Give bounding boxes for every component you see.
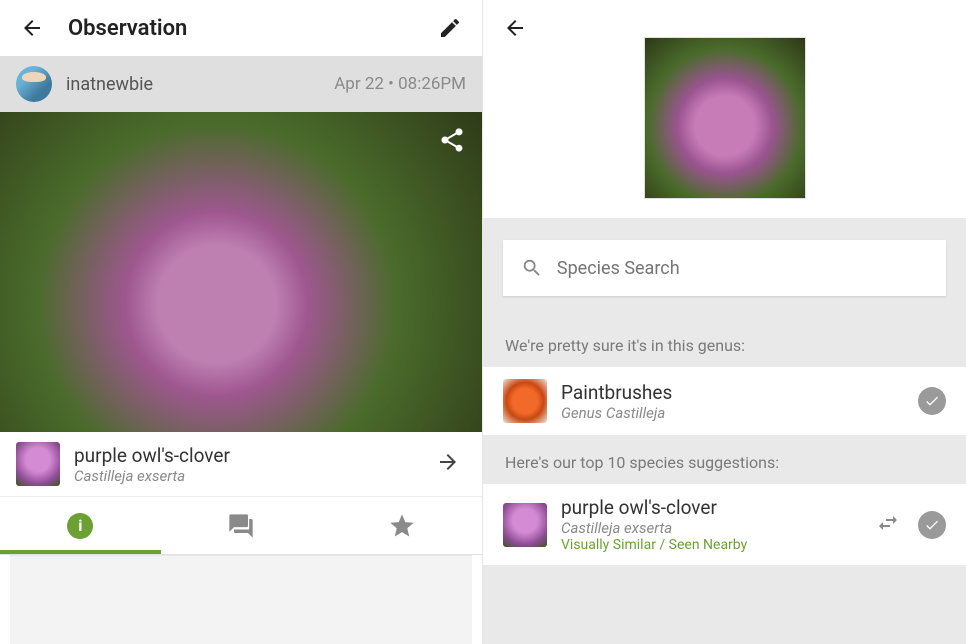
swap-icon xyxy=(876,511,900,535)
edit-button[interactable] xyxy=(430,8,470,48)
species-scientific-name: Castilleja exserta xyxy=(74,467,430,485)
map-area xyxy=(10,555,472,644)
suggestion-tags: Visually Similar / Seen Nearby xyxy=(561,537,876,553)
share-icon xyxy=(438,126,466,154)
pencil-icon xyxy=(438,16,462,40)
avatar[interactable] xyxy=(16,66,52,102)
observation-preview xyxy=(483,56,966,218)
tab-info[interactable]: i xyxy=(0,497,161,554)
arrow-right-icon xyxy=(436,450,460,474)
genus-section-label: We're pretty sure it's in this genus: xyxy=(483,318,966,367)
back-arrow-icon xyxy=(503,16,527,40)
check-icon xyxy=(924,517,940,533)
species-arrow-button[interactable] xyxy=(430,444,466,484)
search-area xyxy=(483,218,966,318)
check-icon xyxy=(924,393,940,409)
user-strip: inatnewbie Apr 22 • 08:26PM xyxy=(0,56,482,112)
species-suggestion-row[interactable]: purple owl's-clover Castilleja exserta V… xyxy=(483,484,966,565)
suggestion-scientific-name: Castilleja exserta xyxy=(561,519,876,537)
compare-button[interactable] xyxy=(876,511,900,539)
timestamp: Apr 22 • 08:26PM xyxy=(334,74,466,94)
search-icon xyxy=(521,256,543,280)
star-icon xyxy=(388,512,416,540)
species-text: purple owl's-clover Castilleja exserta xyxy=(74,444,430,485)
genus-suggestion-row[interactable]: Paintbrushes Genus Castilleja xyxy=(483,367,966,435)
suggestion-common-name: purple owl's-clover xyxy=(561,496,876,519)
back-arrow-icon xyxy=(20,16,44,40)
tab-comments[interactable] xyxy=(161,497,322,554)
accept-genus-button[interactable] xyxy=(918,387,946,415)
back-button[interactable] xyxy=(12,8,52,48)
tab-bar: i xyxy=(0,497,482,555)
search-box[interactable] xyxy=(503,240,946,296)
genus-text: Paintbrushes Genus Castilleja xyxy=(561,381,918,422)
genus-common-name: Paintbrushes xyxy=(561,381,918,404)
username[interactable]: inatnewbie xyxy=(66,74,334,95)
genus-thumbnail xyxy=(503,379,547,423)
chat-icon xyxy=(227,512,255,540)
observation-photo[interactable] xyxy=(0,112,482,432)
species-id-row[interactable]: purple owl's-clover Castilleja exserta xyxy=(0,432,482,497)
search-input[interactable] xyxy=(557,258,928,279)
accept-species-button[interactable] xyxy=(918,511,946,539)
suggestion-text: purple owl's-clover Castilleja exserta V… xyxy=(561,496,876,553)
observation-detail-pane: Observation inatnewbie Apr 22 • 08:26PM … xyxy=(0,0,483,644)
species-section-label: Here's our top 10 species suggestions: xyxy=(483,435,966,484)
tab-favorite[interactable] xyxy=(321,497,482,554)
observation-preview-image[interactable] xyxy=(645,38,805,198)
species-thumbnail xyxy=(16,442,60,486)
suggestion-thumbnail xyxy=(503,503,547,547)
species-suggestion-pane: We're pretty sure it's in this genus: Pa… xyxy=(483,0,966,644)
species-common-name: purple owl's-clover xyxy=(74,444,430,467)
app-bar: Observation xyxy=(0,0,482,56)
share-button[interactable] xyxy=(438,126,466,158)
genus-scientific-name: Genus Castilleja xyxy=(561,404,918,422)
info-icon: i xyxy=(67,513,93,539)
page-title: Observation xyxy=(68,16,430,41)
back-button[interactable] xyxy=(495,8,535,48)
